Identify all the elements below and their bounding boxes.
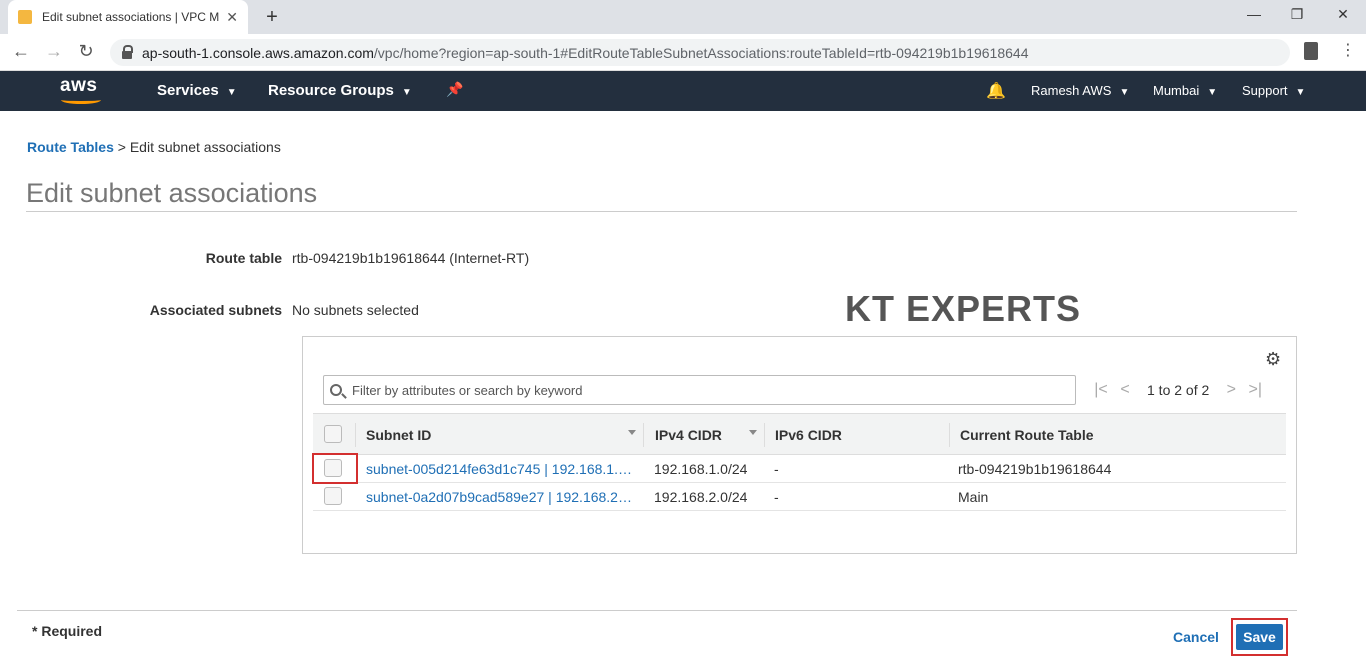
services-label: Services xyxy=(157,82,219,99)
last-page-icon[interactable]: >| xyxy=(1243,381,1267,399)
close-tab-icon[interactable]: ✕ xyxy=(226,9,238,26)
ipv4-cidr-cell: 192.168.1.0/24 xyxy=(654,461,748,477)
subnet-id-link[interactable]: subnet-005d214fe63d1c745 | 192.168.1.… xyxy=(366,461,632,477)
breadcrumb-current: Edit subnet associations xyxy=(129,139,281,155)
url-host: ap-south-1.console.aws.amazon.com xyxy=(142,44,374,61)
reload-icon[interactable]: ↻ xyxy=(75,41,97,62)
gear-icon[interactable]: ⚙ xyxy=(1265,349,1281,370)
column-header-current-route-table[interactable]: Current Route Table xyxy=(960,427,1094,443)
column-separator xyxy=(355,423,356,447)
chevron-down-icon: ▼ xyxy=(1295,87,1306,98)
ipv6-cidr-cell: - xyxy=(774,489,779,505)
filter-search-box xyxy=(323,375,1076,405)
maximize-icon[interactable]: ❐ xyxy=(1287,6,1307,23)
clipboard-extension-icon[interactable] xyxy=(1304,42,1318,60)
table-row[interactable]: subnet-005d214fe63d1c745 | 192.168.1.… 1… xyxy=(313,455,1286,483)
save-highlight-annotation: Save xyxy=(1231,618,1288,656)
lock-icon xyxy=(122,44,133,59)
page-title: Edit subnet associations xyxy=(26,178,318,208)
close-window-icon[interactable]: ✕ xyxy=(1333,6,1353,23)
url-field[interactable]: ap-south-1.console.aws.amazon.com/vpc/ho… xyxy=(110,39,1290,66)
required-note: * Required xyxy=(32,623,103,639)
aws-smile-icon xyxy=(61,96,101,104)
tab-title: Edit subnet associations | VPC M xyxy=(42,10,220,24)
support-menu[interactable]: Support ▼ xyxy=(1242,83,1305,98)
support-label: Support xyxy=(1242,83,1288,98)
region-label: Mumbai xyxy=(1153,83,1200,98)
account-label: Ramesh AWS xyxy=(1031,83,1112,98)
cancel-button[interactable]: Cancel xyxy=(1173,629,1219,645)
checkbox-highlight-annotation xyxy=(312,453,358,484)
column-header-subnet-id[interactable]: Subnet ID xyxy=(366,427,431,443)
column-separator xyxy=(643,423,644,447)
chevron-down-icon: ▼ xyxy=(1119,87,1130,98)
pin-icon[interactable]: 📌 xyxy=(446,81,463,98)
chevron-down-icon: ▼ xyxy=(1207,87,1218,98)
breadcrumb-separator: > xyxy=(117,139,126,155)
sort-caret-icon[interactable] xyxy=(749,430,757,435)
pagination: |< < 1 to 2 of 2 > >| xyxy=(1089,381,1267,399)
breadcrumb: Route Tables > Edit subnet associations xyxy=(27,139,281,155)
aws-top-nav: aws Services ▼ Resource Groups ▼ 📌 🔔 Rames… xyxy=(0,71,1366,111)
region-menu[interactable]: Mumbai ▼ xyxy=(1153,83,1217,98)
select-all-checkbox[interactable] xyxy=(324,425,342,443)
browser-tab-bar: Edit subnet associations | VPC M ✕ + — ❐… xyxy=(0,0,1366,34)
resource-groups-menu[interactable]: Resource Groups ▼ xyxy=(268,82,412,99)
services-menu[interactable]: Services ▼ xyxy=(157,82,237,99)
title-divider xyxy=(26,211,1297,212)
column-header-ipv6-cidr[interactable]: IPv6 CIDR xyxy=(775,427,842,443)
route-table-label: Route table xyxy=(205,250,282,266)
resource-groups-label: Resource Groups xyxy=(268,82,394,99)
subnets-table-panel: ⚙ |< < 1 to 2 of 2 > >| Subnet ID IPv4 C… xyxy=(302,336,1297,554)
table-header: Subnet ID IPv4 CIDR IPv6 CIDR Current Ro… xyxy=(313,413,1286,455)
ipv4-cidr-cell: 192.168.2.0/24 xyxy=(654,489,748,505)
column-separator xyxy=(764,423,765,447)
row-checkbox[interactable] xyxy=(324,487,342,505)
current-route-table-cell: rtb-094219b1b19618644 xyxy=(958,461,1112,477)
aws-favicon-icon xyxy=(18,10,32,24)
forward-icon[interactable]: → xyxy=(43,41,65,62)
aws-logo[interactable]: aws xyxy=(60,75,97,97)
new-tab-button[interactable]: + xyxy=(262,5,282,29)
first-page-icon[interactable]: |< xyxy=(1089,381,1113,399)
associated-subnets-value: No subnets selected xyxy=(292,302,419,318)
route-table-value: rtb-094219b1b19618644 (Internet-RT) xyxy=(292,250,530,266)
address-bar-row: ← → ↻ ap-south-1.console.aws.amazon.com /… xyxy=(0,34,1366,71)
url-path: /vpc/home?region=ap-south-1#EditRouteTab… xyxy=(373,44,1029,61)
chevron-down-icon: ▼ xyxy=(401,87,412,98)
ipv6-cidr-cell: - xyxy=(774,461,779,477)
prev-page-icon[interactable]: < xyxy=(1113,381,1137,399)
associated-subnets-label: Associated subnets xyxy=(149,302,282,318)
column-separator xyxy=(949,423,950,447)
footer-divider xyxy=(17,610,1297,611)
subnet-id-link[interactable]: subnet-0a2d07b9cad589e27 | 192.168.2… xyxy=(366,489,632,505)
minimize-icon[interactable]: — xyxy=(1244,6,1264,22)
account-menu[interactable]: Ramesh AWS ▼ xyxy=(1031,83,1129,98)
current-route-table-cell: Main xyxy=(958,489,989,505)
pager-text: 1 to 2 of 2 xyxy=(1147,382,1210,398)
next-page-icon[interactable]: > xyxy=(1219,381,1243,399)
browser-tab[interactable]: Edit subnet associations | VPC M ✕ xyxy=(8,0,248,34)
column-header-ipv4-cidr[interactable]: IPv4 CIDR xyxy=(655,427,722,443)
filter-search-input[interactable] xyxy=(352,382,1032,398)
chevron-down-icon: ▼ xyxy=(226,87,237,98)
save-button[interactable]: Save xyxy=(1236,624,1283,650)
watermark-text: KT EXPERTS xyxy=(845,288,1082,329)
search-icon xyxy=(330,384,342,396)
table-row[interactable]: subnet-0a2d07b9cad589e27 | 192.168.2… 19… xyxy=(313,483,1286,511)
sort-caret-icon[interactable] xyxy=(628,430,636,435)
back-icon[interactable]: ← xyxy=(10,41,32,62)
breadcrumb-route-tables-link[interactable]: Route Tables xyxy=(27,139,114,155)
browser-menu-icon[interactable]: ⋮ xyxy=(1340,40,1356,60)
bell-icon[interactable]: 🔔 xyxy=(986,81,1006,101)
